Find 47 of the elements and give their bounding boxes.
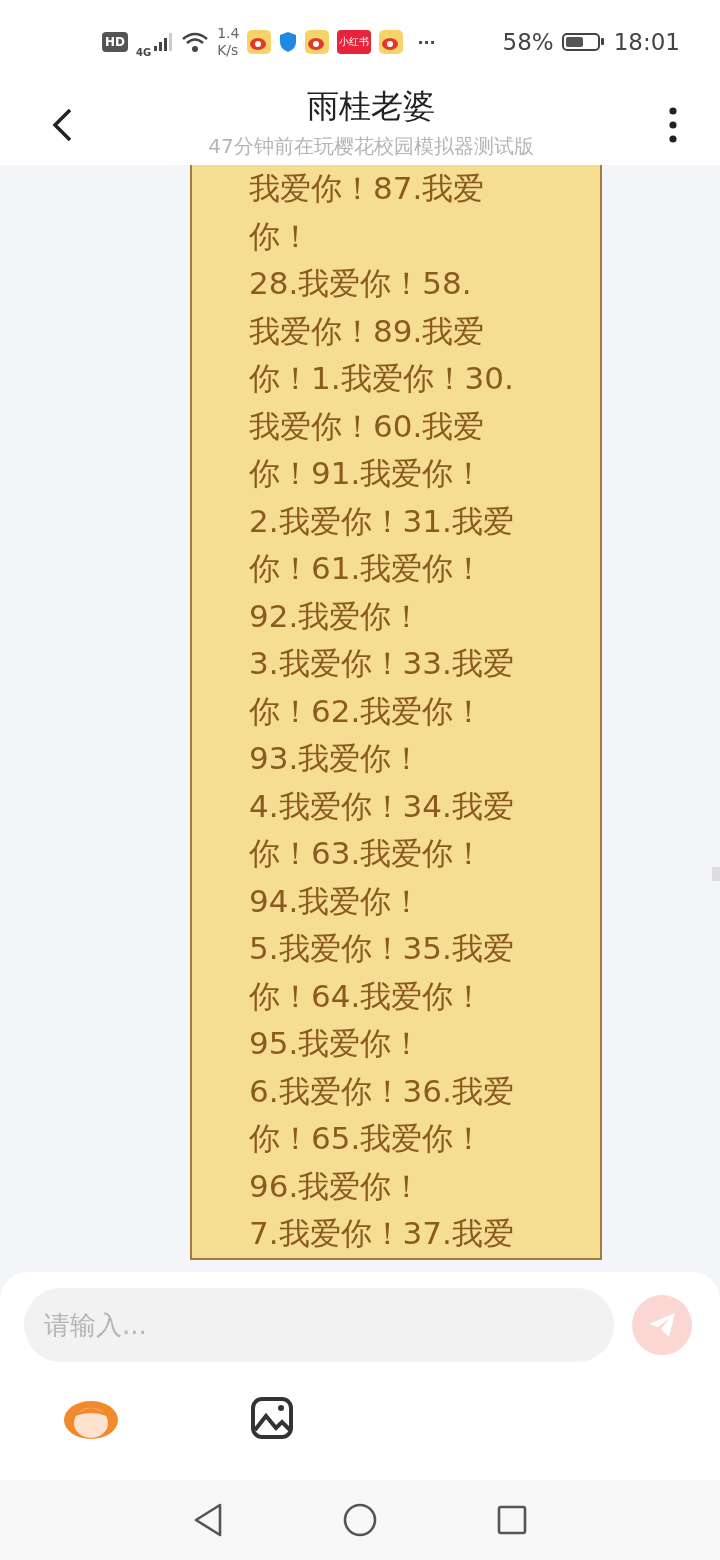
wifi-icon <box>181 31 210 53</box>
message-line: 你！65.我爱你！ <box>249 1119 486 1158</box>
more-menu-icon[interactable] <box>668 106 678 143</box>
more-notifications: ··· <box>417 32 436 52</box>
message-line: 你！1.我爱你！30. <box>249 359 515 398</box>
message-line: 4.我爱你！34.我爱 <box>249 786 515 826</box>
back-icon[interactable] <box>50 106 74 143</box>
message-input[interactable]: 请输入... <box>24 1288 614 1362</box>
message-line: 你！ <box>249 216 312 256</box>
network-type: 4G <box>136 47 152 58</box>
app-notification-icon <box>305 30 330 54</box>
hd-badge: HD <box>102 32 128 52</box>
message-line: 28.我爱你！58. <box>249 264 473 303</box>
message-line: 93.我爱你！ <box>249 739 424 778</box>
app-notification-icon <box>247 30 272 54</box>
scroll-indicator <box>712 867 720 881</box>
app-notification-icon <box>379 30 404 54</box>
shield-icon <box>279 31 298 53</box>
message-line: 96.我爱你！ <box>249 1166 424 1206</box>
message-line: 6.我爱你！36.我爱 <box>249 1071 515 1111</box>
chat-status: 47分钟前在玩樱花校园模拟器测试版 <box>208 133 534 160</box>
message-line: 5.我爱你！35.我爱 <box>249 929 515 968</box>
chat-title: 雨桂老婆 <box>307 86 435 127</box>
message-line: 你！62.我爱你！ <box>249 691 486 731</box>
clock: 18:01 <box>613 29 680 55</box>
message-line: 92.我爱你！ <box>249 596 424 636</box>
message-line: 我爱你！89.我爱 <box>249 311 486 351</box>
speed-unit: K/s <box>217 42 240 59</box>
recents-nav-icon[interactable] <box>497 1505 527 1535</box>
message-line: 2.我爱你！31.我爱 <box>249 501 515 541</box>
speed-value: 1.4 <box>217 25 240 42</box>
message-line: 我爱你！60.我爱 <box>249 406 486 446</box>
message-line: 我爱你！87.我爱 <box>249 169 486 208</box>
image-icon[interactable] <box>250 1396 294 1440</box>
message-line: 7.我爱你！37.我爱 <box>249 1214 515 1253</box>
message-line: 你！61.我爱你！ <box>249 549 486 588</box>
app-notification-icon: 小红书 <box>337 30 372 54</box>
message-line: 你！63.我爱你！ <box>249 834 486 873</box>
message-line: 94.我爱你！ <box>249 881 424 921</box>
message-line: 你！64.我爱你！ <box>249 976 486 1016</box>
signal-icon <box>153 32 174 52</box>
back-nav-icon[interactable] <box>193 1503 223 1537</box>
message-line: 3.我爱你！33.我爱 <box>249 644 515 683</box>
message-line: 你！91.我爱你！ <box>249 454 486 493</box>
battery-percent: 58% <box>502 29 554 55</box>
message-line: 95.我爱你！ <box>249 1024 424 1063</box>
home-nav-icon[interactable] <box>343 1503 377 1537</box>
